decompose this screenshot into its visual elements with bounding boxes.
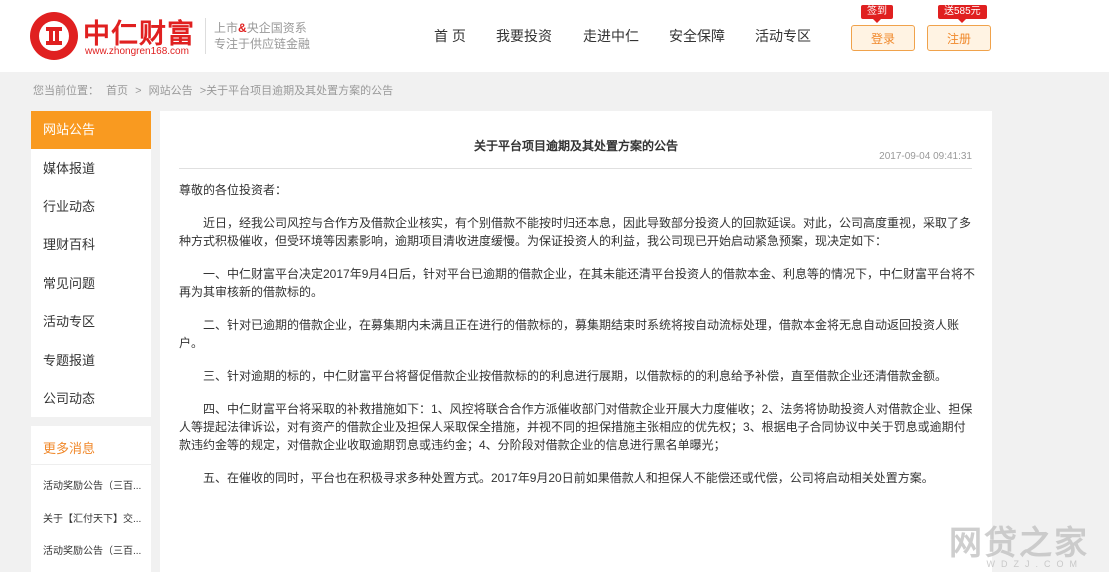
signin-badge: 签到 xyxy=(861,5,893,23)
sidebar-item-special-reports[interactable]: 专题报道 xyxy=(31,342,151,380)
nav-security[interactable]: 安全保障 xyxy=(669,26,725,46)
divider xyxy=(31,464,151,465)
watermark-url: WDZJ.COM xyxy=(986,559,1083,569)
breadcrumb-current: >关于平台项目逾期及其处置方案的公告 xyxy=(199,85,394,97)
sidebar-item-industry[interactable]: 行业动态 xyxy=(31,188,151,226)
article-paragraph: 一、中仁财富平台决定2017年9月4日后，针对平台已逾期的借款企业，在其未能还清… xyxy=(179,267,976,299)
sidebar-item-activities[interactable]: 活动专区 xyxy=(31,303,151,341)
nav-home[interactable]: 首 页 xyxy=(434,26,466,46)
breadcrumb-notices[interactable]: 网站公告 xyxy=(149,85,193,97)
breadcrumb: 您当前位置： 首页 > 网站公告 >关于平台项目逾期及其处置方案的公告 xyxy=(33,82,397,98)
article-paragraph: 四、中仁财富平台将采取的补救措施如下：1、风控将联合合作方派催收部门对借款企业开… xyxy=(179,402,973,452)
article-paragraph: 二、针对已逾期的借款企业，在募集期内未满且正在进行的借款标的，募集期结束时系统将… xyxy=(179,318,960,350)
nav-about[interactable]: 走进中仁 xyxy=(583,26,639,46)
login-button[interactable]: 登录 xyxy=(851,25,915,51)
more-news-title: 更多消息 xyxy=(43,441,96,456)
register-bonus-badge: 送585元 xyxy=(938,5,987,23)
logo-divider xyxy=(205,18,206,54)
logo-url: www.zhongren168.com xyxy=(85,46,189,57)
more-news-item[interactable]: 活动奖励公告（三百... xyxy=(43,477,147,492)
slogan: 上市&央企国资系 专注于供应链金融 xyxy=(214,21,311,51)
more-news-item[interactable]: 活动奖励公告（三百... xyxy=(43,542,147,557)
logo-icon xyxy=(30,12,78,60)
breadcrumb-separator: > xyxy=(135,85,142,97)
nav-activities[interactable]: 活动专区 xyxy=(755,26,811,46)
site-header: 中仁财富 www.zhongren168.com 上市&央企国资系 专注于供应链… xyxy=(0,0,1109,72)
article-paragraph: 近日，经我公司风控与合作方及借款企业核实，有个别借款不能按时归还本息，因此导致部… xyxy=(179,216,972,248)
sidebar-item-finance-wiki[interactable]: 理财百科 xyxy=(31,226,151,264)
more-news-item[interactable]: 关于【汇付天下】交... xyxy=(43,510,147,525)
sidebar: 网站公告 媒体报道 行业动态 理财百科 常见问题 活动专区 专题报道 公司动态 xyxy=(31,111,151,417)
sidebar-item-faq[interactable]: 常见问题 xyxy=(31,265,151,303)
more-news-panel: 更多消息 活动奖励公告（三百... 关于【汇付天下】交... 活动奖励公告（三百… xyxy=(31,426,151,572)
nav-invest[interactable]: 我要投资 xyxy=(496,26,552,46)
article-salutation: 尊敬的各位投资者： xyxy=(179,183,288,197)
site-logo[interactable]: 中仁财富 www.zhongren168.com 上市&央企国资系 专注于供应链… xyxy=(30,10,310,62)
article-date: 2017-09-04 09:41:31 xyxy=(879,151,972,162)
article-paragraph: 三、针对逾期的标的，中仁财富平台将督促借款企业按借款标的的利息进行展期，以借款标… xyxy=(203,369,948,383)
article-paragraph: 五、在催收的同时，平台也在积极寻求多种处置方式。2017年9月20日前如果借款人… xyxy=(203,471,934,485)
article-title: 关于平台项目逾期及其处置方案的公告 xyxy=(473,139,678,153)
breadcrumb-prefix: 您当前位置： xyxy=(33,85,99,97)
divider xyxy=(179,168,972,169)
sidebar-item-company-news[interactable]: 公司动态 xyxy=(31,380,151,418)
register-button[interactable]: 注册 xyxy=(927,25,991,51)
article-body: 尊敬的各位投资者： 近日，经我公司风控与合作方及借款企业核实，有个别借款不能按时… xyxy=(179,181,976,502)
breadcrumb-home[interactable]: 首页 xyxy=(106,85,128,97)
article-panel: 关于平台项目逾期及其处置方案的公告 2017-09-04 09:41:31 尊敬… xyxy=(160,111,992,572)
sidebar-item-media[interactable]: 媒体报道 xyxy=(31,150,151,188)
sidebar-item-notices[interactable]: 网站公告 xyxy=(31,111,151,149)
watermark-logo: 网贷之家 xyxy=(949,524,1089,561)
